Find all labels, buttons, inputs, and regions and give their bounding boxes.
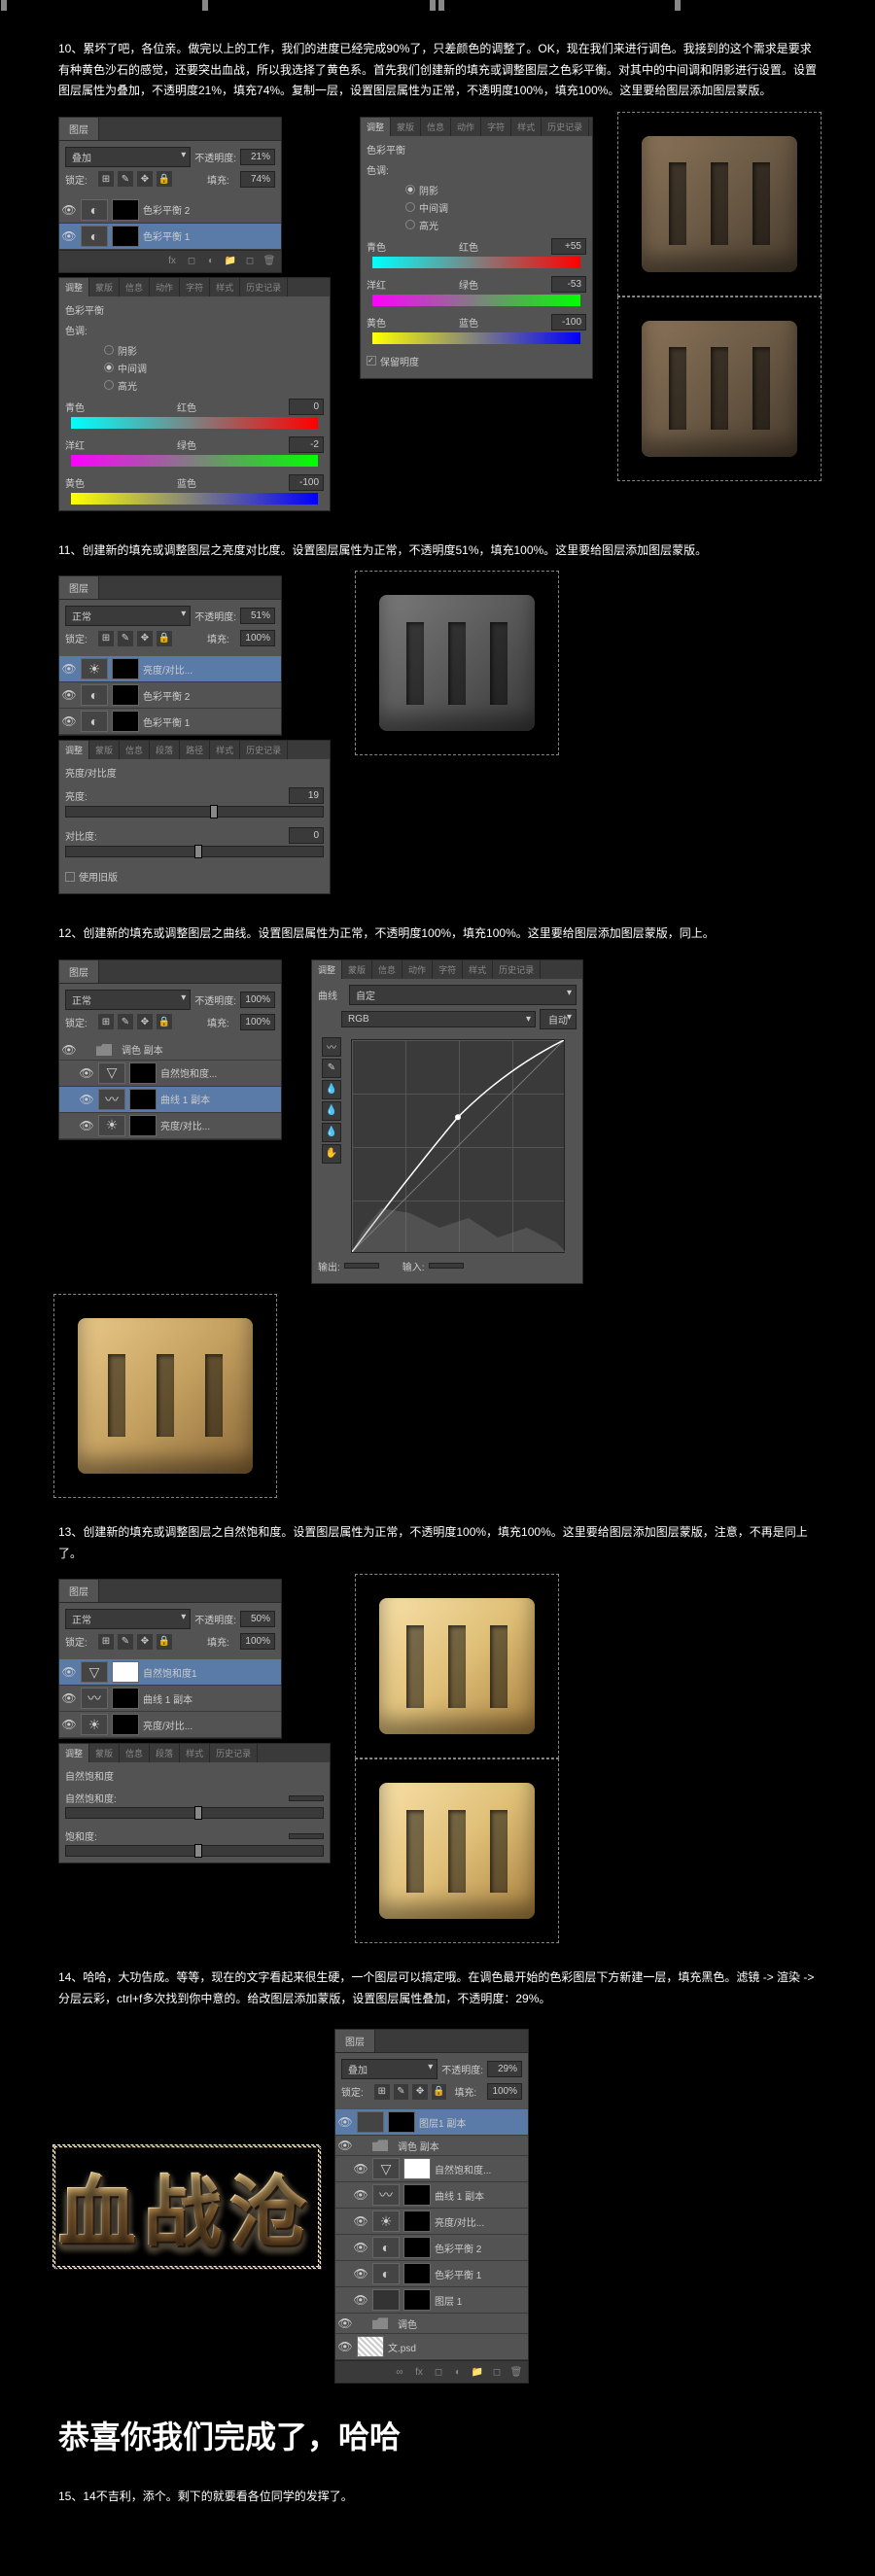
preview-stone-brown-2 (622, 301, 817, 476)
adj-icon[interactable]: ◐ (202, 254, 220, 269)
layer-row[interactable]: 👁◐ 色彩平衡 2 (59, 197, 281, 224)
layer-row-selected[interactable]: 👁◐ 色彩平衡 1 (59, 224, 281, 250)
lock-trans-icon[interactable]: ⊞ (98, 171, 114, 187)
preserve-lum-checkbox[interactable] (367, 356, 376, 366)
radio-highlights[interactable] (405, 220, 415, 229)
eyedropper-icon[interactable]: 💧 (322, 1101, 341, 1121)
adj-tab[interactable]: 调整 (59, 278, 89, 296)
eyedropper-icon[interactable]: 💧 (322, 1123, 341, 1142)
step-15-text: 14不吉利，添个。剩下的就要看各位同学的发挥了。 (83, 2489, 352, 2503)
trash-icon[interactable]: 🗑 (261, 254, 278, 269)
radio-highlights[interactable] (104, 380, 114, 390)
new-icon[interactable]: ◻ (241, 254, 259, 269)
layers-panel-10: 图层 叠加 不透明度: 21% 锁定: ⊞ ✎ ✥ 🔒 填充: 74% 👁◐色彩… (58, 117, 282, 273)
lock-all-icon[interactable]: 🔒 (157, 171, 172, 187)
eyedropper-icon[interactable]: 💧 (322, 1080, 341, 1099)
mask-thumb (112, 226, 139, 247)
radio-shadows[interactable] (104, 345, 114, 355)
lock-paint-icon[interactable]: ✎ (118, 171, 133, 187)
congrats-text: 恭喜你我们完成了，哈哈 (58, 2413, 817, 2457)
cb-red-input[interactable]: 0 (289, 399, 324, 415)
curves-panel: 调整蒙版信息动作字符样式历史记录 曲线自定 RGB自动 〰 ✎ 💧 💧 💧 ✋ (311, 959, 583, 1284)
fx-icon[interactable]: fx (163, 254, 181, 269)
cb-blue-input[interactable]: -100 (289, 474, 324, 491)
folder-icon (96, 1044, 112, 1056)
blend-mode-dropdown[interactable]: 叠加 (65, 147, 191, 167)
preview-stone-gold (58, 1299, 272, 1493)
step-13-text: 创建新的填充或调整图层之自然饱和度。设置图层属性为正常，不透明度100%，填充1… (58, 1525, 808, 1560)
lock-label: 锁定: (65, 172, 94, 187)
adj-thumb: ◐ (81, 199, 108, 221)
cb-green-input[interactable]: -2 (289, 436, 324, 453)
preview-stone-gold-bright-2 (360, 1763, 554, 1938)
step-14-text: 哈哈，大功告成。等等，现在的文字看起来很生硬，一个图层可以搞定哦。在调色最开始的… (58, 1970, 814, 2005)
step-12-text: 创建新的填充或调整图层之曲线。设置图层属性为正常，不透明度100%，填充100%… (83, 926, 714, 940)
cb-title: 色彩平衡 (65, 302, 324, 317)
final-text-effect: 血战沧 (58, 2150, 315, 2263)
pencil-tool-icon[interactable]: ✎ (322, 1059, 341, 1078)
preview-stone-brown (622, 117, 817, 292)
adj-thumb: ◐ (81, 226, 108, 247)
step-10-text: 累坏了吧，各位亲。做完以上的工作，我们的进度已经完成90%了，只差颜色的调整了。… (58, 42, 817, 97)
brightness-contrast-panel: 调整蒙版信息段落路径样式历史记录 亮度/对比度 亮度:19 对比度:0 使用旧版 (58, 740, 331, 894)
layers-tab[interactable]: 图层 (59, 118, 99, 140)
cyan-red-slider[interactable] (71, 417, 318, 429)
curve-tool-icon[interactable]: 〰 (322, 1037, 341, 1057)
fill-label: 填充: (207, 172, 236, 187)
legacy-checkbox[interactable] (65, 872, 75, 882)
eye-icon[interactable]: 👁 (61, 228, 77, 244)
step-10-num: 10、 (58, 42, 83, 55)
layer-name: 色彩平衡 1 (143, 228, 279, 243)
fx-icon[interactable]: fx (410, 2364, 428, 2380)
layers-panel-13: 图层 正常不透明度:50% 锁定:⊞✎✥🔒填充:100% 👁▽自然饱和度1 👁〰… (58, 1579, 282, 1739)
layers-panel-12: 图层 正常不透明度:100% 锁定:⊞✎✥🔒填充:100% 👁调色 副本 👁▽自… (58, 959, 282, 1140)
color-balance-panel-right: 调整蒙版信息动作字符样式历史记录 色彩平衡 色调: 阴影 中间调 高光 青色红色… (360, 117, 593, 379)
auto-button[interactable]: 自动 (540, 1009, 577, 1029)
curves-graph[interactable] (351, 1039, 565, 1253)
layer-name: 色彩平衡 2 (143, 202, 279, 217)
brightness-slider[interactable] (65, 806, 324, 818)
radio-shadows[interactable] (405, 185, 415, 194)
mag-green-slider[interactable] (71, 455, 318, 467)
lock-pos-icon[interactable]: ✥ (137, 171, 153, 187)
fill-input[interactable]: 74% (240, 171, 275, 188)
eye-icon[interactable]: 👁 (61, 202, 77, 218)
color-balance-panel-left: 调整蒙版信息动作字符样式历史记录 色彩平衡 色调: 阴影 中间调 高光 青色红色… (58, 277, 331, 511)
mask-thumb (112, 199, 139, 221)
preview-stone-gold-bright (360, 1579, 554, 1754)
layers-panel-11: 图层 正常 不透明度: 51% 锁定: ⊞✎✥🔒 填充: 100% 👁☀亮度/对… (58, 575, 282, 736)
radio-midtones[interactable] (104, 363, 114, 372)
folder-icon[interactable]: 📁 (222, 254, 239, 269)
radio-midtones[interactable] (405, 202, 415, 212)
step-11-text: 创建新的填充或调整图层之亮度对比度。设置图层属性为正常，不透明度51%，填充10… (82, 543, 707, 557)
contrast-slider[interactable] (65, 846, 324, 857)
vibrance-panel: 调整蒙版信息段落样式历史记录 自然饱和度 自然饱和度: 饱和度: (58, 1743, 331, 1863)
mask-icon[interactable]: ◻ (183, 254, 200, 269)
opacity-label: 不透明度: (194, 150, 236, 164)
yel-blue-slider[interactable] (71, 493, 318, 505)
opacity-input[interactable]: 21% (240, 149, 275, 165)
preview-stone-gray (360, 575, 554, 750)
layers-panel-14: 图层 叠加不透明度:29% 锁定:⊞✎✥🔒填充:100% 👁图层1 副本 👁调色… (334, 2029, 529, 2384)
hand-icon[interactable]: ✋ (322, 1144, 341, 1164)
